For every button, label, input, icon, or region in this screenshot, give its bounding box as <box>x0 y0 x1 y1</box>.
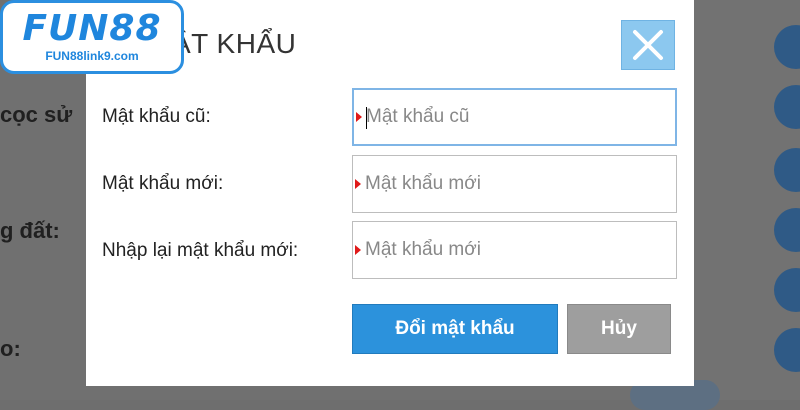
cancel-button[interactable]: Hủy <box>567 304 671 354</box>
required-marker-icon <box>356 112 362 122</box>
background-circle-icon <box>774 148 800 192</box>
old-password-field[interactable] <box>352 88 677 146</box>
background-circle-icon <box>774 85 800 129</box>
logo-url: FUN88link9.com <box>45 49 139 63</box>
background-circle-icon <box>774 268 800 312</box>
confirm-password-field[interactable] <box>352 221 677 279</box>
text-caret <box>366 107 367 129</box>
new-password-field[interactable] <box>352 155 677 213</box>
background-circle-icon <box>774 208 800 252</box>
old-password-label: Mật khẩu cũ: <box>102 106 211 127</box>
confirm-password-label: Nhập lại mật khẩu mới: <box>102 240 299 261</box>
new-password-input[interactable] <box>365 156 665 212</box>
background-label: cọc sử <box>0 102 73 127</box>
new-password-label: Mật khẩu mới: <box>102 173 224 194</box>
close-icon <box>633 30 663 60</box>
dialog-title: ẬT KHẨU <box>172 28 297 59</box>
change-password-button[interactable]: Đổi mật khẩu <box>352 304 558 354</box>
background-label: g đất: <box>0 218 60 243</box>
logo-wordmark: FUN88 <box>22 8 162 49</box>
background-circle-icon <box>774 25 800 69</box>
required-marker-icon <box>355 245 361 255</box>
brand-logo: FUN88 FUN88link9.com <box>0 0 184 74</box>
required-marker-icon <box>355 179 361 189</box>
close-button[interactable] <box>621 20 675 70</box>
background-right-column <box>690 0 800 400</box>
confirm-password-input[interactable] <box>365 222 665 278</box>
background-label: o: <box>0 336 21 361</box>
old-password-input[interactable] <box>366 90 666 144</box>
background-circle-icon <box>774 328 800 372</box>
